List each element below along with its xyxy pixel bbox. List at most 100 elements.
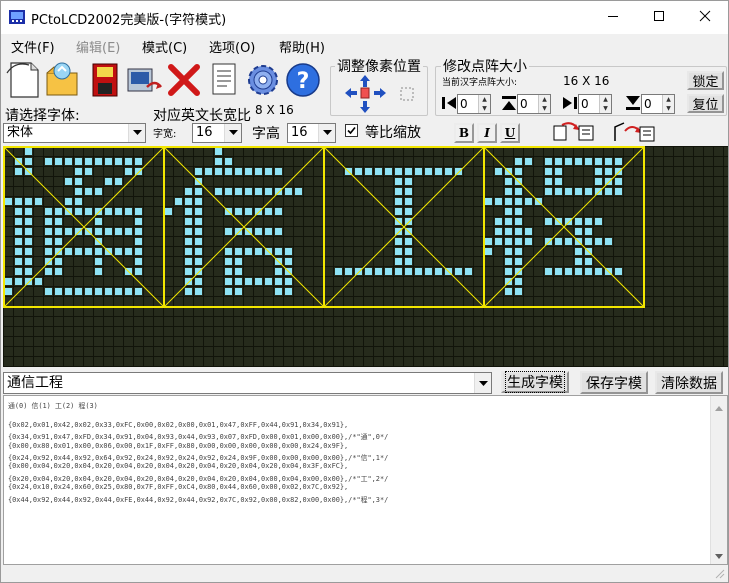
center-button[interactable]: [360, 87, 370, 99]
reset-button[interactable]: 复位: [687, 94, 724, 113]
maximize-button[interactable]: [636, 1, 682, 34]
dot-size-title: 修改点阵大小: [441, 56, 529, 76]
lit-pixel: [555, 238, 562, 245]
lit-pixel: [105, 228, 112, 235]
underline-button[interactable]: U: [500, 123, 520, 143]
lit-pixel: [225, 168, 232, 175]
left-size-spin-buttons[interactable]: ▲ ▼: [478, 95, 490, 113]
new-file-button[interactable]: [5, 59, 43, 99]
lit-pixel: [195, 278, 202, 285]
delete-button[interactable]: [165, 59, 203, 99]
lit-pixel: [15, 238, 22, 245]
lit-pixel: [235, 168, 242, 175]
lit-pixel: [115, 208, 122, 215]
font-dropdown-button[interactable]: [128, 124, 145, 142]
lit-pixel: [5, 198, 12, 205]
lit-pixel: [255, 208, 262, 215]
font-name-select[interactable]: 宋体: [3, 123, 146, 143]
font-height-dropdown-button[interactable]: [318, 124, 335, 142]
lit-pixel: [115, 158, 122, 165]
pixel-adjust-title: 调整像素位置: [335, 56, 423, 76]
flip-button[interactable]: [612, 121, 658, 143]
lit-pixel: [225, 268, 232, 275]
font-width-dropdown-button[interactable]: [224, 124, 241, 142]
text-input-dropdown-button[interactable]: [474, 373, 491, 393]
save-as-button[interactable]: [125, 59, 163, 99]
vertical-scrollbar[interactable]: [710, 396, 727, 564]
dot-matrix-svg[interactable]: [3, 146, 728, 367]
menu-options[interactable]: 选项(O): [209, 37, 255, 56]
move-left-button[interactable]: [344, 87, 358, 99]
output-textarea[interactable]: 通(0) 信(1) 工(2) 程(3) {0x02,0x01,0x42,0x02,…: [3, 395, 728, 565]
lit-pixel: [575, 248, 582, 255]
lit-pixel: [465, 268, 472, 275]
generate-font-button[interactable]: 生成字模: [501, 371, 569, 393]
lit-pixel: [505, 248, 512, 255]
close-icon: [699, 10, 711, 25]
lit-pixel: [115, 178, 122, 185]
open-file-button[interactable]: [44, 59, 82, 99]
rotate-button[interactable]: [552, 121, 598, 143]
lit-pixel: [585, 218, 592, 225]
close-button[interactable]: [682, 1, 728, 34]
font-height-select[interactable]: 16: [287, 123, 336, 143]
top-size-spinner[interactable]: 0 ▲ ▼: [517, 94, 551, 114]
menu-edit[interactable]: 编辑(E): [76, 37, 120, 56]
menu-file[interactable]: 文件(F): [11, 37, 55, 56]
lit-pixel: [595, 218, 602, 225]
menu-help[interactable]: 帮助(H): [279, 37, 325, 56]
dot-matrix-canvas[interactable]: [3, 146, 728, 367]
move-right-button[interactable]: [373, 87, 387, 99]
save-font-button[interactable]: 保存字模: [580, 371, 648, 394]
right-size-spinner[interactable]: 0 ▲ ▼: [578, 94, 612, 114]
lit-pixel: [75, 188, 82, 195]
minimize-button[interactable]: [590, 1, 636, 34]
lit-pixel: [95, 228, 102, 235]
bottom-size-spin-buttons[interactable]: ▲ ▼: [662, 95, 674, 113]
menu-mode[interactable]: 模式(C): [142, 37, 187, 56]
bottom-size-spinner[interactable]: 0 ▲ ▼: [641, 94, 675, 114]
lit-pixel: [235, 258, 242, 265]
lit-pixel: [605, 178, 612, 185]
lit-pixel: [435, 268, 442, 275]
scroll-down-icon[interactable]: [715, 548, 723, 562]
document-notes-icon: [204, 63, 242, 102]
help-button[interactable]: ?: [284, 59, 322, 99]
lit-pixel: [255, 188, 262, 195]
font-width-select[interactable]: 16: [192, 123, 242, 143]
fill-toggle-button[interactable]: [399, 86, 415, 102]
lit-pixel: [185, 248, 192, 255]
lit-pixel: [65, 178, 72, 185]
save-button[interactable]: [85, 59, 123, 99]
options-button[interactable]: [244, 59, 282, 99]
bold-button[interactable]: B: [454, 123, 474, 143]
scroll-up-icon[interactable]: [715, 400, 723, 414]
lit-pixel: [505, 238, 512, 245]
lit-pixel: [95, 248, 102, 255]
title-bar[interactable]: PCtoLCD2002完美版-(字符模式): [1, 1, 728, 34]
expand-left-icon: [441, 95, 457, 114]
top-size-spin-buttons[interactable]: ▲ ▼: [538, 95, 550, 113]
proportional-checkbox[interactable]: [345, 124, 358, 137]
left-size-spinner[interactable]: 0 ▲ ▼: [457, 94, 491, 114]
move-up-button[interactable]: [359, 74, 371, 88]
right-size-spin-buttons[interactable]: ▲ ▼: [599, 95, 611, 113]
resize-grip-icon[interactable]: [713, 567, 725, 582]
lit-pixel: [595, 168, 602, 175]
lit-pixel: [555, 268, 562, 275]
lit-pixel: [65, 248, 72, 255]
lit-pixel: [125, 158, 132, 165]
move-down-button[interactable]: [359, 100, 371, 114]
text-input-combo[interactable]: 通信工程: [3, 372, 492, 394]
lit-pixel: [25, 228, 32, 235]
lit-pixel: [595, 238, 602, 245]
lit-pixel: [595, 188, 602, 195]
notes-button[interactable]: [204, 59, 242, 99]
clear-data-button[interactable]: 清除数据: [655, 371, 723, 394]
lock-button[interactable]: 锁定: [687, 71, 724, 90]
italic-button[interactable]: I: [477, 123, 497, 143]
lit-pixel: [25, 158, 32, 165]
lit-pixel: [95, 158, 102, 165]
lit-pixel: [605, 238, 612, 245]
lit-pixel: [215, 148, 222, 155]
